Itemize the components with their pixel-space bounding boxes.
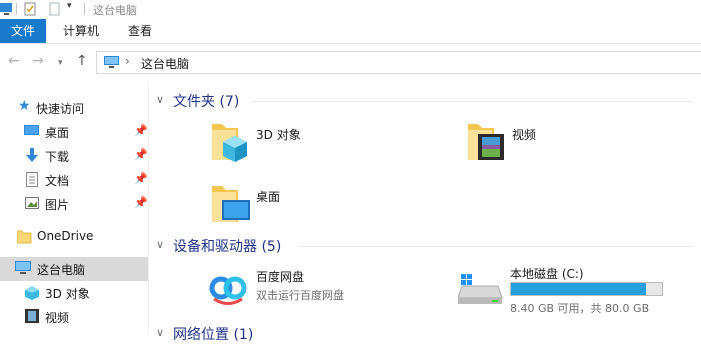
- folder-desktop[interactable]: 桌面: [208, 180, 408, 228]
- folder-3d-objects[interactable]: 3D 对象: [208, 118, 408, 166]
- title-bar: ▾ 这台电脑: [0, 0, 701, 18]
- folder-desktop-icon: [212, 186, 250, 222]
- desktop-icon: [24, 125, 39, 135]
- baidu-netdisk-icon: [206, 266, 250, 310]
- folder-name: 3D 对象: [256, 128, 301, 142]
- properties-icon[interactable]: [24, 2, 38, 16]
- sidebar-item-label: OneDrive: [37, 229, 94, 243]
- tab-view[interactable]: 查看: [120, 19, 160, 43]
- pictures-icon: [25, 197, 39, 209]
- sidebar-item-label: 这台电脑: [37, 263, 86, 277]
- drive-name: 本地磁盘 (C:): [510, 267, 584, 281]
- chevron-down-icon[interactable]: ∨: [156, 326, 164, 339]
- divider: [298, 246, 692, 247]
- baidu-netdisk-item[interactable]: 百度网盘 双击运行百度网盘: [206, 264, 436, 314]
- sidebar-item-3d-objects[interactable]: 3D 对象: [0, 281, 148, 305]
- divider: [16, 3, 17, 15]
- sidebar-item-onedrive[interactable]: OneDrive: [0, 225, 148, 249]
- sidebar-item-label: 3D 对象: [45, 287, 90, 301]
- window-title: 这台电脑: [93, 4, 137, 17]
- ribbon-tabs: 文件 计算机 查看: [0, 19, 701, 44]
- customize-quick-access-icon[interactable]: ▾: [67, 1, 72, 11]
- sidebar-item-desktop[interactable]: 桌面 📌: [0, 120, 148, 144]
- chevron-down-icon[interactable]: ∨: [156, 238, 164, 251]
- breadcrumb[interactable]: 这台电脑: [141, 55, 189, 72]
- download-icon: [26, 148, 38, 162]
- forward-arrow-icon[interactable]: →: [32, 53, 44, 69]
- sidebar-item-documents[interactable]: 文档 📌: [0, 168, 148, 192]
- drive-usage-fill: [511, 283, 647, 295]
- group-header-network[interactable]: ∨ 网络位置 (1): [156, 324, 696, 344]
- sidebar-item-pictures[interactable]: 图片 📌: [0, 192, 148, 216]
- computer-icon: [104, 56, 119, 68]
- up-arrow-icon[interactable]: ↑: [76, 53, 88, 69]
- group-title: 文件夹 (7): [173, 94, 240, 110]
- group-header-devices[interactable]: ∨ 设备和驱动器 (5): [156, 236, 696, 256]
- folder-name: 桌面: [256, 190, 281, 204]
- film-icon: [25, 309, 39, 323]
- cube-3d-icon: [25, 286, 39, 300]
- folder-icon: [17, 230, 32, 244]
- divider: [84, 3, 85, 15]
- sidebar-item-label: 快速访问: [36, 102, 85, 116]
- sidebar-item-label: 下载: [45, 150, 70, 164]
- sidebar-item-this-pc[interactable]: 这台电脑: [0, 257, 148, 281]
- sidebar-item-label: 桌面: [45, 126, 70, 140]
- navigation-pane: ★ 快速访问 桌面 📌 下载 📌 文档 📌 图片 📌 OneDrive 这台电脑…: [0, 82, 150, 334]
- pin-icon[interactable]: 📌: [134, 172, 148, 185]
- sidebar-item-quick-access[interactable]: ★ 快速访问: [0, 96, 148, 120]
- computer-icon: [0, 3, 12, 15]
- group-header-folders[interactable]: ∨ 文件夹 (7): [156, 91, 696, 111]
- tab-file[interactable]: 文件: [0, 19, 46, 43]
- sidebar-item-downloads[interactable]: 下载 📌: [0, 144, 148, 168]
- recent-locations-icon[interactable]: ▾: [58, 55, 63, 71]
- sidebar-item-label: 视频: [45, 311, 70, 325]
- address-bar[interactable]: › 这台电脑: [96, 51, 701, 74]
- divider: [252, 101, 692, 102]
- device-description: 双击运行百度网盘: [256, 289, 344, 302]
- back-arrow-icon[interactable]: ←: [8, 53, 20, 69]
- hard-drive-icon: [458, 274, 503, 304]
- group-title: 网络位置 (1): [173, 327, 254, 343]
- drive-free-space: 8.40 GB 可用，共 80.0 GB: [510, 302, 650, 315]
- folder-3d-icon: [212, 124, 247, 162]
- group-title: 设备和驱动器 (5): [173, 239, 282, 255]
- tab-computer[interactable]: 计算机: [57, 19, 105, 43]
- drive-usage-bar: [510, 282, 663, 296]
- folder-name: 视频: [512, 128, 537, 142]
- pin-icon[interactable]: 📌: [134, 148, 148, 161]
- sidebar-item-label: 文档: [45, 174, 70, 188]
- chevron-down-icon[interactable]: ∨: [156, 93, 164, 106]
- folder-videos[interactable]: 视频: [464, 118, 664, 166]
- sidebar-item-label: 图片: [45, 198, 70, 212]
- navigation-bar: ← → ▾ ↑ › 这台电脑: [0, 44, 701, 80]
- pin-icon[interactable]: 📌: [134, 124, 148, 137]
- new-folder-icon[interactable]: [48, 2, 62, 16]
- sidebar-item-videos[interactable]: 视频: [0, 305, 148, 329]
- document-icon: [26, 172, 38, 187]
- star-icon: ★: [18, 98, 31, 114]
- pin-icon[interactable]: 📌: [134, 196, 148, 209]
- computer-icon: [15, 261, 31, 274]
- folder-video-icon: [468, 124, 504, 160]
- divider: [148, 82, 149, 334]
- device-name: 百度网盘: [256, 270, 305, 284]
- breadcrumb-chevron-icon[interactable]: ›: [125, 54, 130, 68]
- file-view: ∨ 文件夹 (7) 3D 对象 视频 桌面 ∨ 设备和驱动器 (5) 百度网盘 …: [150, 82, 701, 343]
